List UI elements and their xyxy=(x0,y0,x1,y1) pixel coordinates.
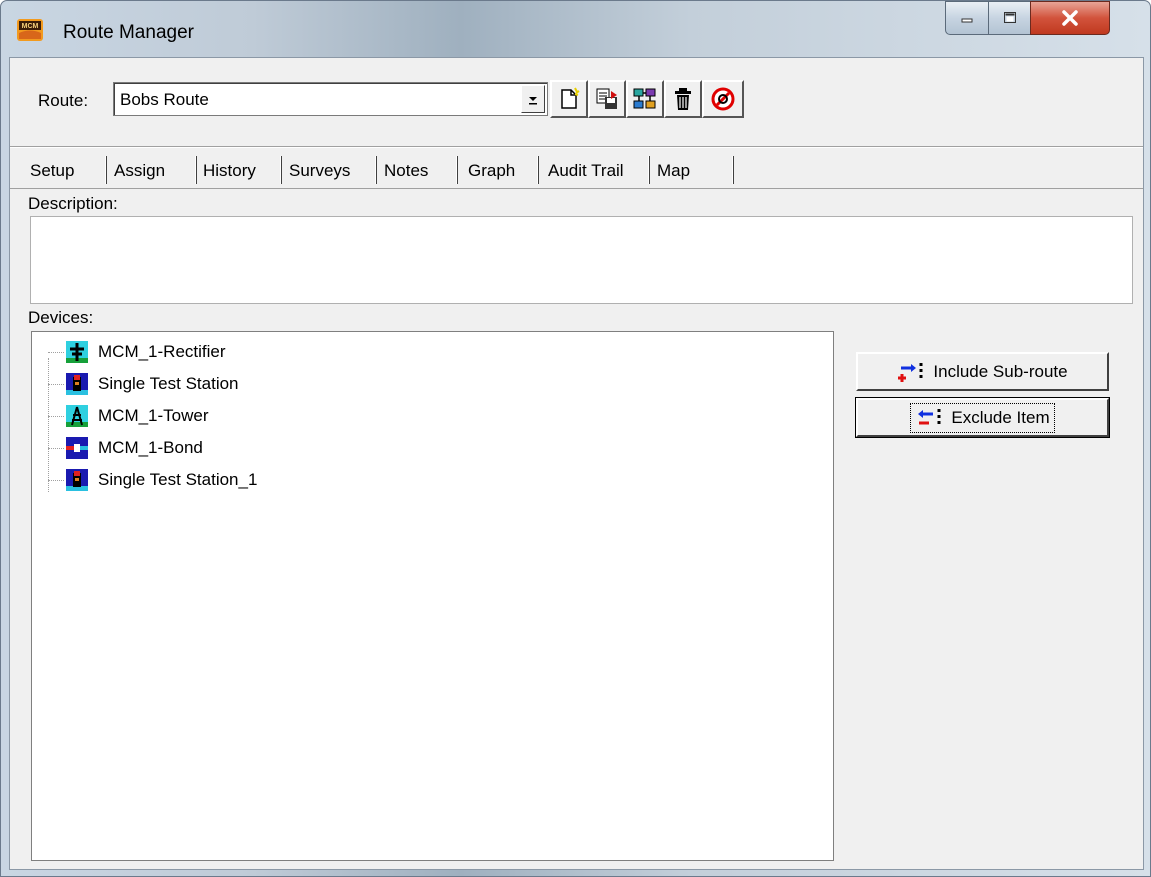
maximize-icon xyxy=(1003,12,1016,23)
tab-separator xyxy=(375,156,377,184)
cancel-button[interactable] xyxy=(702,80,744,118)
mcm-app-icon: MCM xyxy=(17,19,43,41)
route-select[interactable]: Bobs Route xyxy=(113,82,548,116)
tree-item-label: MCM_1-Rectifier xyxy=(98,342,226,361)
description-field[interactable] xyxy=(30,216,1133,304)
exclude-item-icon xyxy=(918,408,941,427)
bond-icon xyxy=(66,437,88,459)
devices-tree[interactable]: MCM_1-Rectifier Single Test Station MCM_… xyxy=(31,331,834,861)
delete-route-button[interactable] xyxy=(664,80,702,118)
focus-rect: Exclude Item xyxy=(910,402,1055,433)
tab-underline xyxy=(10,188,1143,189)
tree-item-label: Single Test Station_1 xyxy=(98,470,258,489)
chevron-down-icon xyxy=(529,97,537,105)
close-button[interactable] xyxy=(1030,1,1110,35)
tab-separator xyxy=(456,156,458,184)
test-station-icon xyxy=(66,469,88,491)
include-sub-route-label: Include Sub-route xyxy=(933,361,1068,381)
minimize-button[interactable] xyxy=(945,1,989,35)
tab-separator xyxy=(105,156,107,184)
tree-item-tower[interactable]: MCM_1-Tower xyxy=(48,403,209,429)
tab-history[interactable]: History xyxy=(203,154,256,184)
window-title: Route Manager xyxy=(63,22,194,43)
delete-route-icon xyxy=(675,88,691,110)
new-route-button[interactable] xyxy=(550,80,588,118)
svg-text:MCM: MCM xyxy=(22,23,39,30)
tree-branch xyxy=(48,352,64,353)
tree-item-label: MCM_1-Bond xyxy=(98,438,203,457)
tree-item-label: Single Test Station xyxy=(98,374,239,393)
tab-graph[interactable]: Graph xyxy=(468,154,515,184)
tab-notes[interactable]: Notes xyxy=(384,154,428,184)
route-properties-icon xyxy=(633,88,656,109)
tab-separator xyxy=(280,156,282,184)
tab-setup[interactable]: Setup xyxy=(30,154,74,184)
route-properties-button[interactable] xyxy=(626,80,664,118)
test-station-icon xyxy=(66,373,88,395)
tree-item-label: MCM_1-Tower xyxy=(98,406,209,425)
tree-branch xyxy=(48,416,64,417)
include-sub-route-button[interactable]: Include Sub-route xyxy=(856,352,1109,391)
client-area: Route: Bobs Route Setup Assign History S… xyxy=(9,57,1144,870)
new-route-icon xyxy=(561,87,580,109)
tab-separator xyxy=(195,156,197,184)
tab-strip: Setup Assign History Surveys Notes Graph… xyxy=(28,154,1138,188)
tab-surveys[interactable]: Surveys xyxy=(289,154,350,184)
tree-item-bond[interactable]: MCM_1-Bond xyxy=(48,435,203,461)
tree-item-test-station-1[interactable]: Single Test Station_1 xyxy=(48,467,257,493)
route-label: Route: xyxy=(38,91,89,110)
description-label: Description: xyxy=(28,194,118,213)
tree-branch xyxy=(48,448,64,449)
tab-map[interactable]: Map xyxy=(657,154,690,184)
devices-label: Devices: xyxy=(28,308,94,327)
tab-assign[interactable]: Assign xyxy=(114,154,165,184)
minimize-icon xyxy=(961,18,973,23)
rectifier-icon xyxy=(66,341,88,363)
route-dropdown-button[interactable] xyxy=(521,85,545,113)
save-copy-route-button[interactable] xyxy=(588,80,626,118)
tab-audit-trail[interactable]: Audit Trail xyxy=(548,154,624,184)
exclude-item-button[interactable]: Exclude Item xyxy=(855,397,1110,438)
tab-separator xyxy=(648,156,650,184)
tree-item-test-station[interactable]: Single Test Station xyxy=(48,371,239,397)
title-bar[interactable]: MCM Route Manager xyxy=(1,1,1150,57)
include-sub-route-icon xyxy=(898,362,923,382)
tree-branch xyxy=(48,480,64,481)
close-icon xyxy=(1062,10,1078,26)
route-toolbar: Route: Bobs Route xyxy=(10,58,1143,147)
tower-icon xyxy=(66,405,88,427)
maximize-button[interactable] xyxy=(988,1,1031,35)
exclude-item-label: Exclude Item xyxy=(951,407,1050,427)
tab-separator xyxy=(537,156,539,184)
tab-separator xyxy=(732,156,734,184)
tree-branch xyxy=(48,384,64,385)
route-select-value: Bobs Route xyxy=(120,90,209,109)
cancel-icon xyxy=(711,87,735,111)
route-manager-window: MCM Route Manager Route: Bobs Route Setu… xyxy=(0,0,1151,877)
save-copy-route-icon xyxy=(596,88,617,109)
tree-item-rectifier[interactable]: MCM_1-Rectifier xyxy=(48,339,226,365)
